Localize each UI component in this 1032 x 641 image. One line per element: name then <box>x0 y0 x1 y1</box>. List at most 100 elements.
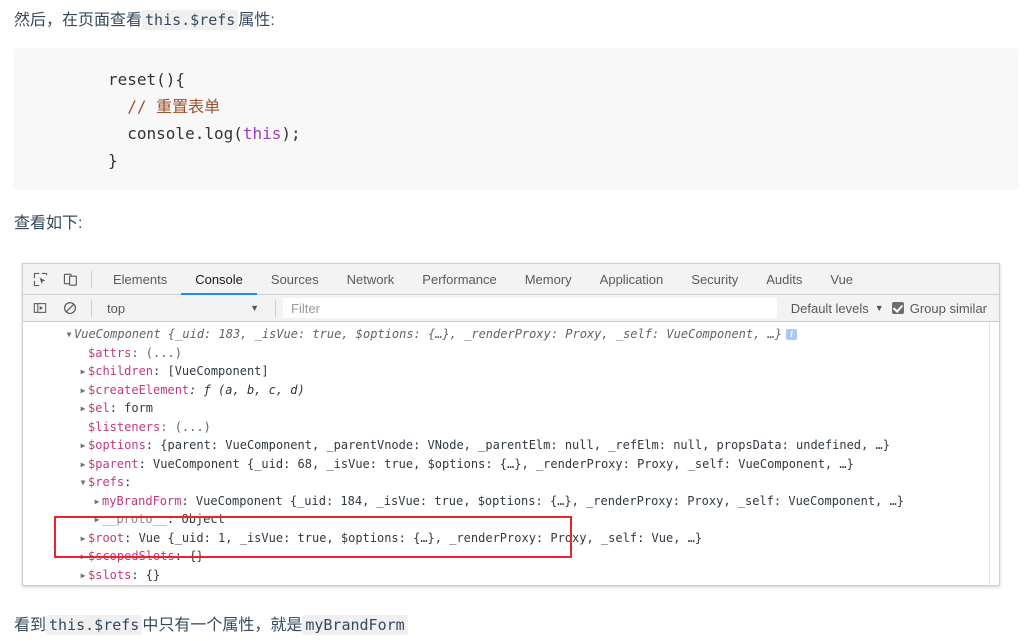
tab-network[interactable]: Network <box>333 264 409 295</box>
disclosure-triangle-icon[interactable]: ▶ <box>78 548 88 567</box>
disclosure-triangle-icon[interactable]: ▶ <box>78 530 88 549</box>
group-similar-label: Group similar <box>909 300 987 316</box>
disclosure-triangle-icon[interactable]: ▶ <box>92 493 102 512</box>
disclosure-triangle-icon[interactable]: ▶ <box>92 511 102 530</box>
console-row-attrs-value: : (...) <box>131 345 182 360</box>
console-row-listeners-value: : (...) <box>160 419 211 434</box>
devtools-tab-strip: Elements Console Sources Network Perform… <box>99 264 867 295</box>
console-row-slots[interactable]: ▶ $slots: {} <box>23 566 999 585</box>
device-toolbar-icon[interactable] <box>57 266 83 292</box>
chevron-down-icon-levels: ▼ <box>874 303 884 313</box>
tab-elements[interactable]: Elements <box>99 264 181 295</box>
tab-application[interactable]: Application <box>586 264 678 295</box>
console-filter-input[interactable]: Filter <box>283 298 777 318</box>
console-filter-placeholder: Filter <box>291 300 320 316</box>
console-row-options-key: $options <box>88 438 146 452</box>
disclosure-triangle-icon[interactable]: ▶ <box>78 437 88 456</box>
clear-console-icon[interactable] <box>57 295 83 321</box>
outro-paragraph: 看到 this.$refs 中只有一个属性，就是 myBrandForm <box>14 613 408 639</box>
outro-inline-code-1: this.$refs <box>46 615 143 635</box>
console-row-root[interactable]: ▼ VueComponent {_uid: 183, _isVue: true, … <box>23 325 999 344</box>
console-row-listeners[interactable]: $listeners: (...) <box>23 418 999 437</box>
console-scrollbar[interactable] <box>989 322 999 585</box>
devtools-window: Elements Console Sources Network Perform… <box>22 263 1000 586</box>
console-row-createelement[interactable]: ▶ $createElement: ƒ (a, b, c, d) <box>23 381 999 400</box>
console-row-mybrandform-value: : VueComponent {_uid: 184, _isVue: true,… <box>181 493 904 508</box>
console-row-children[interactable]: ▶ $children: [VueComponent] <box>23 362 999 381</box>
console-row-scopedslots-key: $scopedSlots <box>88 549 175 563</box>
console-row-scopedslots[interactable]: ▶ $scopedSlots: {} <box>23 547 999 566</box>
tab-console-label: Console <box>195 271 243 287</box>
console-row-attrs-key: $attrs <box>88 345 132 360</box>
execution-context-value: top <box>107 300 126 316</box>
chevron-down-icon: ▼ <box>250 303 259 313</box>
code-line-4: } <box>108 151 118 170</box>
console-row-listeners-key: $listeners <box>88 419 161 434</box>
tab-vue[interactable]: Vue <box>816 264 867 295</box>
info-badge-icon[interactable]: i <box>786 329 798 340</box>
tab-security-label: Security <box>691 271 739 287</box>
tab-performance[interactable]: Performance <box>408 264 510 295</box>
console-row-parent-key: $parent <box>88 456 139 471</box>
console-row-proto-key: __proto__ <box>102 512 168 526</box>
console-row-attrs[interactable]: $attrs: (...) <box>23 344 999 363</box>
disclosure-triangle-icon[interactable]: ▼ <box>78 474 88 493</box>
group-similar-checkbox[interactable] <box>891 302 904 314</box>
console-row-slots-value: : {} <box>131 567 161 582</box>
console-row-refs-value: : <box>124 475 132 489</box>
execution-context-select[interactable]: top ▼ <box>99 298 267 318</box>
group-similar-toggle[interactable]: Group similar <box>891 300 999 316</box>
tab-sources[interactable]: Sources <box>257 264 333 295</box>
console-row-mybrandform[interactable]: ▶ myBrandForm: VueComponent {_uid: 184, _… <box>23 492 999 511</box>
code-block: reset(){ // 重置表单 console.log(this); } <box>14 48 1018 190</box>
console-output[interactable]: ▼ VueComponent {_uid: 183, _isVue: true, … <box>23 322 999 585</box>
console-row-el-value: : form <box>109 401 154 415</box>
console-row-proto-value: : Object <box>167 512 225 526</box>
disclosure-triangle-icon[interactable]: ▶ <box>78 567 88 586</box>
console-row-el[interactable]: ▶ $el: form <box>23 399 999 418</box>
console-row-createelement-key: $createElement <box>88 382 190 397</box>
tab-memory[interactable]: Memory <box>511 264 586 295</box>
outro-inline-code-2: myBrandForm <box>302 615 408 635</box>
disclosure-triangle-icon[interactable]: ▶ <box>78 400 88 419</box>
console-row-createelement-value: : ƒ (a, b, c, d) <box>189 382 305 397</box>
console-row-children-value: : [VueComponent] <box>153 364 269 378</box>
tab-audits[interactable]: Audits <box>752 264 816 295</box>
log-levels-dropdown[interactable]: Default levels ▼ <box>783 301 892 316</box>
console-row-refs[interactable]: ▼ $refs: <box>23 473 999 492</box>
console-row-root-text: VueComponent {_uid: 183, _isVue: true, $… <box>74 327 783 341</box>
console-sidebar-icon[interactable] <box>27 295 53 321</box>
outro-prefix-text: 看到 <box>14 617 47 634</box>
console-filter-bar: top ▼ Filter Default levels ▼ Group simi… <box>23 295 999 322</box>
tab-network-label: Network <box>346 271 395 287</box>
code-line-3-a: console.log( <box>127 124 243 143</box>
code-line-1: reset(){ <box>108 70 186 89</box>
disclosure-triangle-icon[interactable]: ▼ <box>64 326 74 345</box>
filterbar-divider <box>91 299 92 317</box>
disclosure-triangle-icon[interactable]: ▶ <box>78 363 88 382</box>
console-row-root2-key: $root <box>88 530 125 545</box>
code-block-content: reset(){ // 重置表单 console.log(this); } <box>14 66 1018 174</box>
tab-console[interactable]: Console <box>181 264 257 295</box>
intro-prefix-text: 然后，在页面查看 <box>14 12 143 29</box>
tab-security[interactable]: Security <box>677 264 752 295</box>
console-row-options[interactable]: ▶ $options: {parent: VueComponent, _paren… <box>23 436 999 455</box>
tab-elements-label: Elements <box>113 271 168 287</box>
code-line-2-comment: // 重置表单 <box>127 97 221 116</box>
page-root: 然后，在页面查看 this.$refs 属性: reset(){ // 重置表单 c… <box>0 0 1032 641</box>
console-row-root2[interactable]: ▶ $root: Vue {_uid: 1, _isVue: true, $opt… <box>23 529 999 548</box>
console-row-children-key: $children <box>88 364 154 378</box>
log-levels-label: Default levels <box>790 300 869 316</box>
outro-middle-text: 中只有一个属性，就是 <box>142 617 303 634</box>
tab-memory-label: Memory <box>524 271 572 287</box>
disclosure-triangle-icon[interactable]: ▶ <box>78 382 88 401</box>
inspect-element-icon[interactable] <box>27 266 53 292</box>
console-row-proto[interactable]: ▶ __proto__: Object <box>23 510 999 529</box>
console-row-parent[interactable]: ▶ $parent: VueComponent {_uid: 68, _isVue… <box>23 455 999 474</box>
console-row-scopedslots-value: : {} <box>174 549 204 563</box>
disclosure-triangle-icon[interactable]: ▶ <box>78 456 88 475</box>
tab-application-label: Application <box>599 271 664 287</box>
tab-vue-label: Vue <box>830 271 854 287</box>
console-row-mybrandform-key: myBrandForm <box>102 493 182 508</box>
console-row-refs-key: $refs <box>88 475 125 489</box>
